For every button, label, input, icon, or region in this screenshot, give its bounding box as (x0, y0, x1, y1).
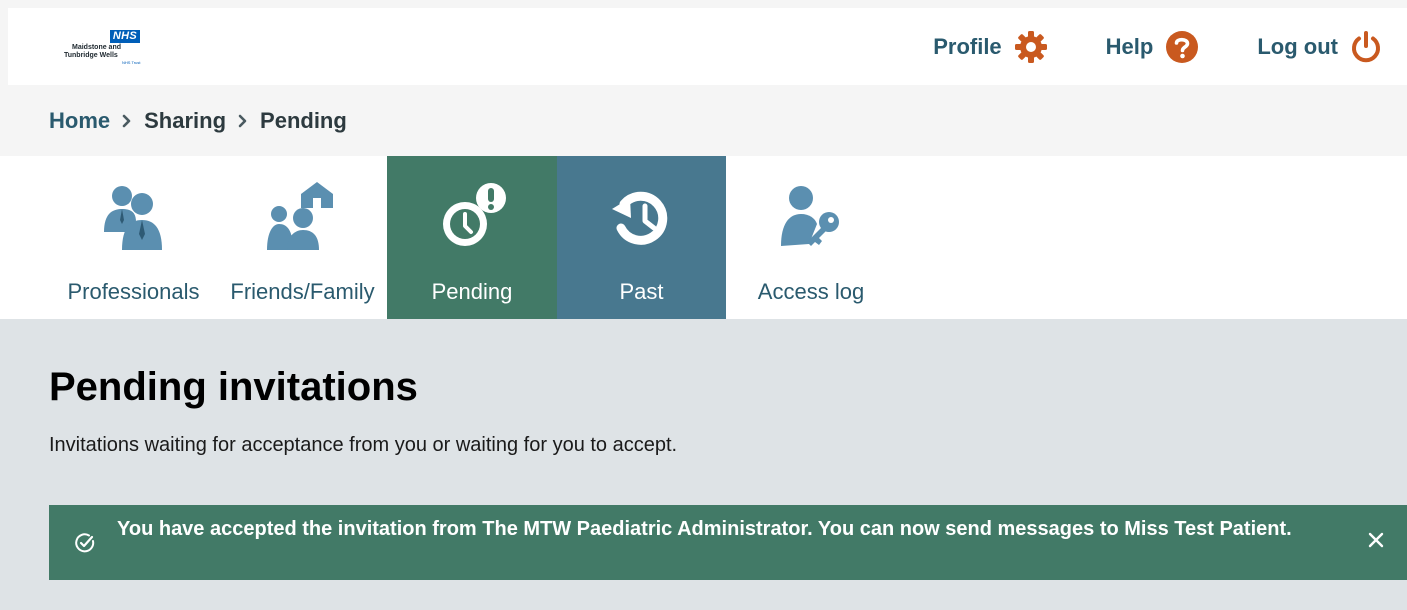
close-icon[interactable] (1367, 531, 1385, 554)
breadcrumb: Home Sharing Pending (49, 104, 347, 138)
page-title: Pending invitations (49, 365, 418, 409)
friends-family-icon (218, 182, 387, 252)
logo-line-2: Tunbridge Wells (64, 52, 118, 59)
chevron-right-icon (238, 114, 248, 128)
tab-label: Friends/Family (230, 279, 375, 304)
tab-label: Pending (431, 279, 513, 304)
header-nav: Profile Help Log out (933, 8, 1407, 85)
chevron-right-icon (122, 114, 132, 128)
tab-professionals[interactable]: Professionals (55, 156, 212, 319)
success-alert: You have accepted the invitation from Th… (49, 505, 1407, 580)
logo-line-3: NHS Trust (122, 60, 141, 65)
page-description: Invitations waiting for acceptance from … (49, 434, 678, 456)
professionals-icon (55, 182, 212, 252)
nhs-badge: NHS (109, 30, 140, 43)
tab-label: Professionals (67, 279, 200, 304)
tab-pending[interactable]: Pending (387, 156, 557, 319)
tab-label: Past (619, 279, 664, 304)
question-circle-icon (1165, 30, 1199, 64)
breadcrumb-home[interactable]: Home (49, 108, 110, 134)
logo-line-1: Maidstone and (72, 44, 122, 51)
tab-friends-family[interactable]: Friends/Family (218, 156, 387, 319)
help-label: Help (1105, 33, 1154, 59)
tab-label: Access log (757, 279, 865, 304)
profile-link[interactable]: Profile (933, 30, 1047, 64)
profile-label: Profile (933, 33, 1002, 59)
user-key-icon (738, 182, 884, 252)
main-content: Pending invitations Invitations waiting … (0, 319, 1407, 610)
breadcrumb-pending: Pending (260, 108, 347, 133)
help-link[interactable]: Help (1106, 30, 1200, 64)
tab-access-log[interactable]: Access log (738, 156, 884, 319)
gear-icon (1014, 30, 1048, 64)
sharing-tabs: Professionals Friends/Family Pending Pas… (0, 156, 1407, 319)
breadcrumb-sharing[interactable]: Sharing (144, 108, 226, 134)
check-circle-icon (74, 532, 96, 559)
clock-alert-icon (387, 182, 557, 252)
nhs-trust-logo[interactable]: NHS Maidstone and Tunbridge Wells NHS Tr… (64, 26, 174, 72)
alert-message: You have accepted the invitation from Th… (117, 518, 1292, 540)
logout-link[interactable]: Log out (1257, 30, 1382, 64)
history-icon (557, 182, 726, 252)
power-icon (1350, 30, 1382, 64)
site-header: NHS Maidstone and Tunbridge Wells NHS Tr… (8, 8, 1407, 85)
logout-label: Log out (1257, 33, 1338, 59)
tab-past[interactable]: Past (557, 156, 726, 319)
